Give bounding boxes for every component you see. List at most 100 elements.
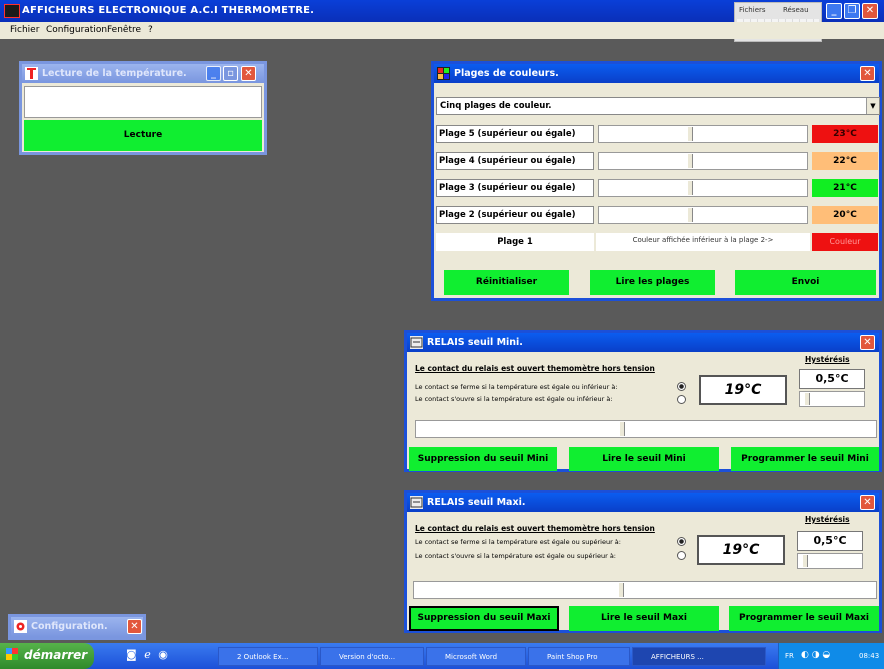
seuil-maxi-slider[interactable] (413, 581, 877, 599)
taskbar-item-paintshop[interactable]: Paint Shop Pro (528, 647, 630, 666)
temperature-display (24, 86, 262, 118)
close-icon[interactable]: ✕ (860, 495, 875, 510)
tray-icons[interactable]: ◐ ◑ ◒ (801, 650, 830, 660)
start-label: démarrer (24, 648, 88, 662)
plages-window: Plages de couleurs. ✕ Cinq plages de cou… (431, 61, 882, 301)
relais-maxi-title-bar: RELAIS seuil Maxi. ✕ (407, 493, 879, 512)
lecture-button[interactable]: Lecture (24, 120, 262, 151)
reinitialiser-button[interactable]: Réinitialiser (444, 270, 569, 295)
hysteresis-value: 0,5°C (797, 531, 863, 551)
close-icon[interactable]: ✕ (241, 66, 256, 81)
relais-mini-heading: Le contact du relais est ouvert themomèt… (415, 364, 655, 373)
desktop-icon[interactable]: ◙ (126, 648, 137, 661)
relais-maxi-line1: Le contact se ferme si la température es… (415, 538, 621, 546)
configuration-title: Configuration. (31, 621, 108, 632)
config-icon (14, 620, 27, 633)
close-button[interactable]: ✕ (862, 3, 878, 19)
lire-maxi-button[interactable]: Lire le seuil Maxi (569, 606, 719, 631)
programmer-mini-button[interactable]: Programmer le seuil Mini (731, 447, 879, 471)
plage-row-color-swatch[interactable]: 21°C (812, 179, 878, 197)
hysteresis-value: 0,5°C (799, 369, 865, 389)
slider-thumb[interactable] (686, 208, 693, 222)
maximize-button[interactable]: ❐ (844, 3, 860, 19)
slider-thumb[interactable] (686, 127, 693, 141)
close-icon[interactable]: ✕ (127, 619, 142, 634)
envoi-button[interactable]: Envoi (735, 270, 876, 295)
slider-thumb[interactable] (802, 555, 808, 567)
relais-mini-line2: Le contact s'ouvre si la température est… (415, 395, 613, 403)
relais-mini-line1: Le contact se ferme si la température es… (415, 383, 618, 391)
language-indicator[interactable]: FR (785, 652, 794, 660)
start-button[interactable]: démarrer (0, 643, 94, 669)
thermometer-icon (25, 67, 38, 80)
minimize-icon[interactable]: _ (206, 66, 221, 81)
radio-ouvre[interactable] (677, 551, 686, 560)
lire-mini-button[interactable]: Lire le seuil Mini (569, 447, 719, 471)
relais-maxi-title: RELAIS seuil Maxi. (427, 497, 526, 508)
quick-launch: ◙ ℯ ◉ (126, 648, 186, 664)
radio-ouvre[interactable] (677, 395, 686, 404)
lire-plages-button[interactable]: Lire les plages (590, 270, 715, 295)
relay-icon (410, 336, 423, 349)
slider-thumb[interactable] (618, 583, 625, 597)
programmer-maxi-button[interactable]: Programmer le seuil Maxi (729, 606, 879, 631)
relais-maxi-line2: Le contact s'ouvre si la température est… (415, 552, 616, 560)
seuil-mini-slider[interactable] (415, 420, 877, 438)
relais-maxi-window: RELAIS seuil Maxi. ✕ Le contact du relai… (404, 490, 882, 633)
radio-ferme[interactable] (677, 382, 686, 391)
slider-thumb[interactable] (686, 181, 693, 195)
tab-reseau[interactable]: Réseau (783, 6, 809, 14)
relay-icon (410, 496, 423, 509)
close-icon[interactable]: ✕ (860, 335, 875, 350)
tab-fichiers[interactable]: Fichiers (739, 6, 766, 14)
slider-thumb[interactable] (619, 422, 626, 436)
plages-title: Plages de couleurs. (454, 68, 559, 79)
suppression-maxi-button[interactable]: Suppression du seuil Maxi (409, 606, 559, 631)
menu-fichier[interactable]: Fichier (10, 25, 39, 35)
slider-thumb[interactable] (804, 393, 810, 405)
chevron-down-icon[interactable]: ▼ (866, 98, 879, 114)
slider-thumb[interactable] (686, 154, 693, 168)
plage1-label: Plage 1 (436, 233, 594, 251)
media-icon[interactable]: ◉ (158, 648, 168, 661)
lecture-title-bar: Lecture de la température. _ ▫ ✕ (22, 64, 264, 83)
taskbar-item-version[interactable]: Version d'octo... (320, 647, 424, 666)
plage1-color-swatch[interactable]: Couleur (812, 233, 878, 251)
app-title: AFFICHEURS ELECTRONIQUE A.C.I THERMOMETR… (22, 5, 315, 16)
taskbar-item-outlook[interactable]: 2 Outlook Ex... (218, 647, 318, 666)
minimize-button[interactable]: _ (826, 3, 842, 19)
menu-help[interactable]: ? (148, 25, 153, 35)
taskbar-item-afficheurs[interactable]: AFFICHEURS ... (632, 647, 766, 666)
radio-ferme[interactable] (677, 537, 686, 546)
ranges-select[interactable]: Cinq plages de couleur. ▼ (436, 97, 880, 115)
relais-mini-title: RELAIS seuil Mini. (427, 337, 523, 348)
relais-mini-temperature: 19°C (699, 375, 787, 405)
menu-fenetre[interactable]: Fenêtre (107, 25, 141, 35)
configuration-title-bar: Configuration. ✕ (11, 617, 143, 637)
hysteresis-slider[interactable] (797, 553, 863, 569)
configuration-window[interactable]: Configuration. ✕ (8, 614, 146, 640)
hysteresis-slider[interactable] (799, 391, 865, 407)
plage1-description: Couleur affichée inférieur à la plage 2-… (596, 233, 810, 251)
plage-row-color-swatch[interactable]: 20°C (812, 206, 878, 224)
plages-title-bar: Plages de couleurs. ✕ (434, 64, 879, 83)
close-icon[interactable]: ✕ (860, 66, 875, 81)
ie-icon[interactable]: ℯ (144, 648, 151, 661)
plage-row-label: Plage 5 (supérieur ou égale) (436, 125, 594, 143)
maximize-icon[interactable]: ▫ (223, 66, 238, 81)
lecture-title: Lecture de la température. (42, 68, 187, 79)
plage-row-color-swatch[interactable]: 23°C (812, 125, 878, 143)
menu-configuration[interactable]: Configuration (46, 25, 107, 35)
suppression-mini-button[interactable]: Suppression du seuil Mini (409, 447, 557, 471)
plage-row-label: Plage 4 (supérieur ou égale) (436, 152, 594, 170)
menu-bar: Fichier Configuration Fenêtre ? (0, 22, 884, 39)
system-tray: FR ◐ ◑ ◒ 08:43 (778, 643, 884, 669)
plage-row-slider[interactable] (598, 206, 808, 224)
plage-row-color-swatch[interactable]: 22°C (812, 152, 878, 170)
relais-mini-window: RELAIS seuil Mini. ✕ Le contact du relai… (404, 330, 882, 472)
taskbar-item-word[interactable]: Microsoft Word (426, 647, 526, 666)
color-ranges-icon (437, 67, 450, 80)
plage-row-slider[interactable] (598, 179, 808, 197)
plage-row-slider[interactable] (598, 125, 808, 143)
plage-row-slider[interactable] (598, 152, 808, 170)
